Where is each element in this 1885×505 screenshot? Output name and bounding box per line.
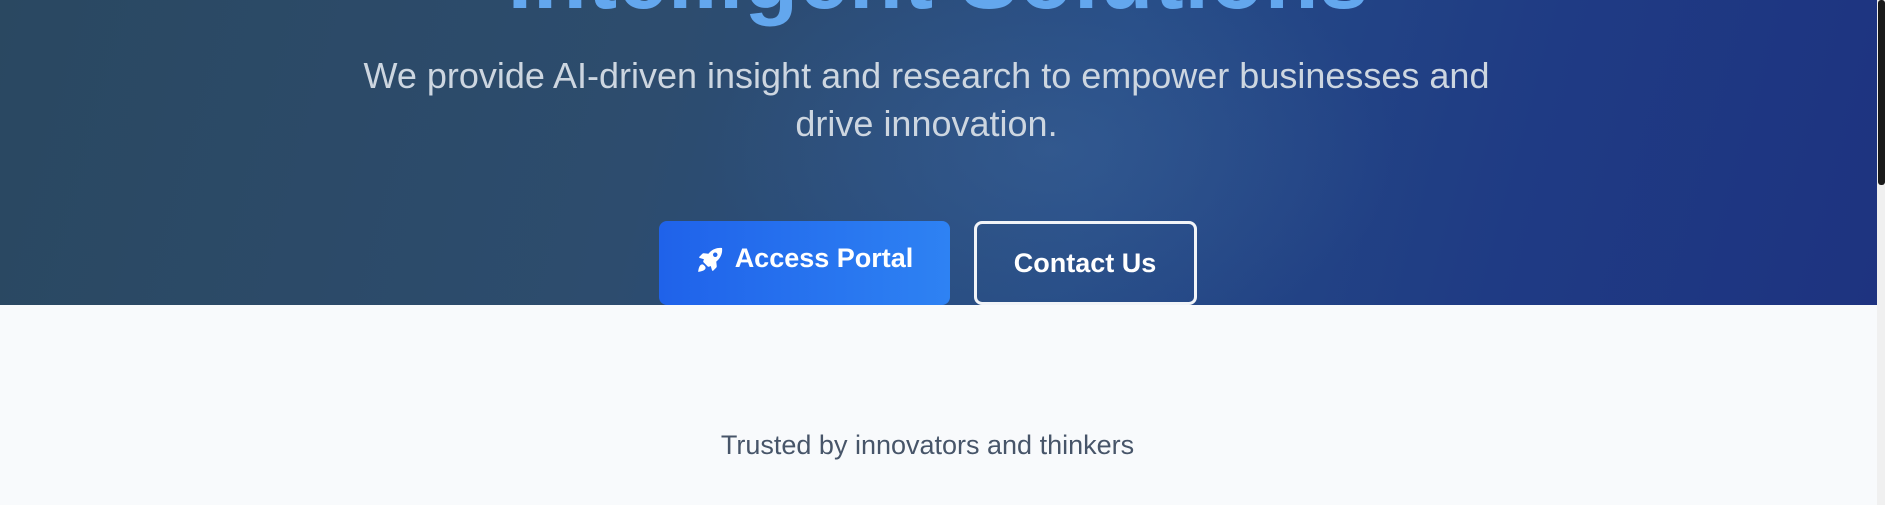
contact-us-button[interactable]: Contact Us <box>973 221 1197 305</box>
page: Intelligent Solutions We provide AI-driv… <box>0 0 1885 505</box>
contact-us-label: Contact Us <box>1013 247 1157 278</box>
page-scrollbar[interactable] <box>1877 0 1885 505</box>
scrollbar-thumb[interactable] <box>1878 0 1885 185</box>
hero-title: Intelligent Solutions <box>0 0 1877 22</box>
hero-subtitle: We provide AI-driven insight and researc… <box>363 55 1490 144</box>
access-portal-label: Access Portal <box>734 243 914 273</box>
cta-row: Access Portal Contact Us <box>0 221 1855 305</box>
hero-section: Intelligent Solutions We provide AI-driv… <box>0 0 1877 305</box>
rocket-icon <box>695 245 725 275</box>
trusted-by-text: Trusted by innovators and thinkers <box>720 430 1135 460</box>
access-portal-button[interactable]: Access Portal <box>658 221 950 305</box>
